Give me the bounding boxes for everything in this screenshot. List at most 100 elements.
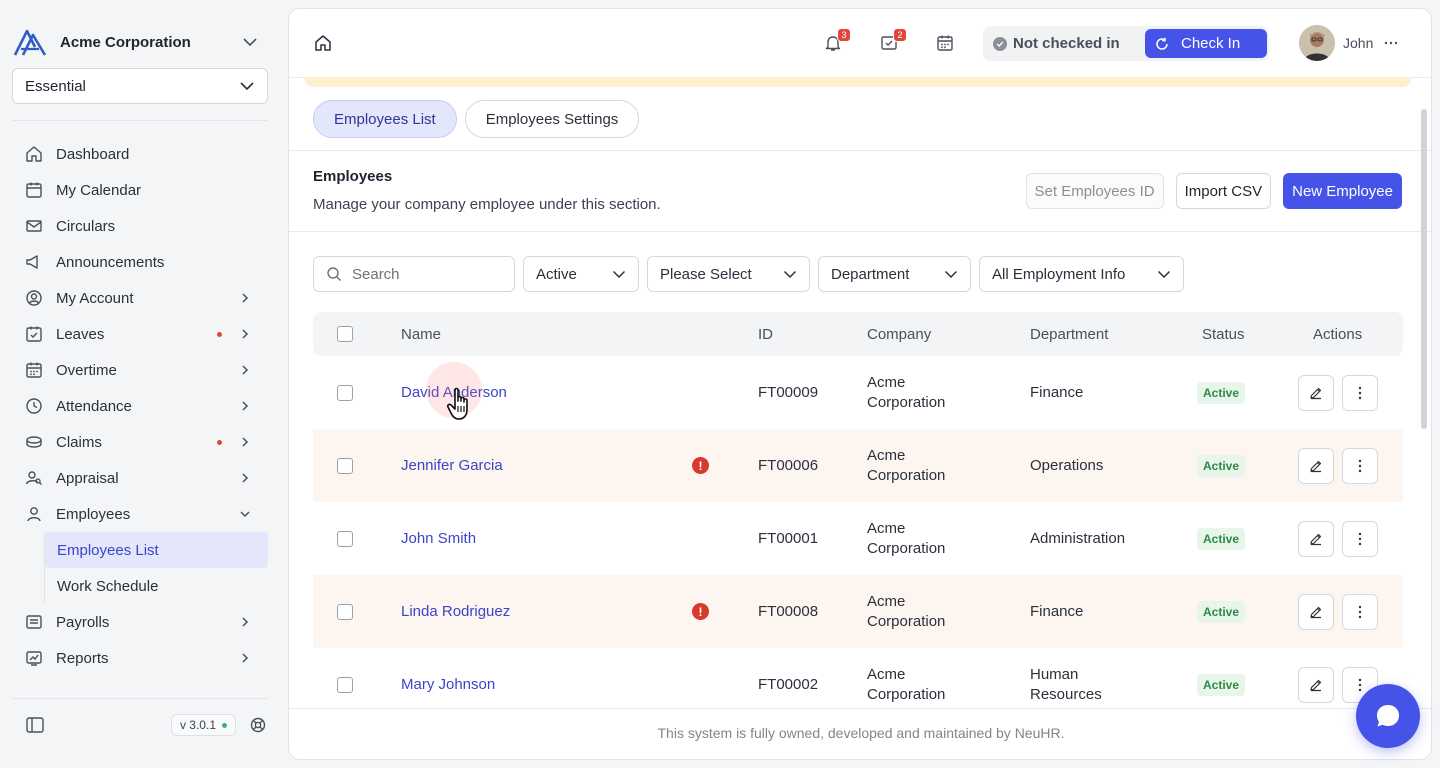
sidebar-item-label: Announcements bbox=[56, 253, 165, 271]
sidebar-item-overtime[interactable]: Overtime bbox=[12, 352, 268, 388]
plan-select[interactable]: Essential bbox=[12, 68, 268, 104]
employment-filter-select[interactable]: All Employment Info bbox=[979, 256, 1184, 292]
pencil-icon bbox=[1310, 606, 1322, 618]
employee-department: Administration bbox=[1030, 530, 1126, 547]
help-lifebuoy-icon[interactable] bbox=[248, 715, 268, 735]
employee-name-link[interactable]: Linda Rodriguez bbox=[401, 603, 510, 620]
import-csv-button[interactable]: Import CSV bbox=[1175, 173, 1272, 209]
user-search-icon bbox=[24, 468, 44, 488]
sidebar-item-reports[interactable]: Reports bbox=[12, 640, 268, 676]
select-all-checkbox[interactable] bbox=[337, 326, 353, 342]
status-badge: Active bbox=[1197, 381, 1246, 404]
sidebar-item-calendar[interactable]: My Calendar bbox=[12, 172, 268, 208]
company-filter-value: Please Select bbox=[660, 265, 752, 283]
edit-button[interactable] bbox=[1298, 593, 1334, 630]
chevron-down-icon bbox=[783, 270, 797, 278]
sidebar-item-announcements[interactable]: Announcements bbox=[12, 244, 268, 280]
employee-name-link[interactable]: Jennifer Garcia bbox=[401, 457, 503, 474]
acme-logo-icon bbox=[12, 24, 48, 60]
employee-company: Acme Corporation bbox=[867, 519, 945, 559]
employee-company: Acme Corporation bbox=[867, 373, 945, 413]
filter-bar: Active Please Select Department All Empl… bbox=[313, 256, 1184, 292]
tab-employees-list[interactable]: Employees List bbox=[313, 100, 457, 138]
sidebar-item-payrolls[interactable]: Payrolls bbox=[12, 604, 268, 640]
pencil-icon bbox=[1310, 533, 1322, 545]
sidebar-item-appraisal[interactable]: Appraisal bbox=[12, 460, 268, 496]
sidebar-item-label: Dashboard bbox=[56, 145, 130, 163]
column-header-id: ID bbox=[758, 325, 773, 343]
sidebar-item-circulars[interactable]: Circulars bbox=[12, 208, 268, 244]
version-badge: v 3.0.1 bbox=[170, 714, 236, 736]
section-actions: Set Employees ID Import CSV New Employee bbox=[1025, 173, 1402, 209]
alert-icon[interactable]: ! bbox=[692, 603, 709, 620]
sidebar-item-attendance[interactable]: Attendance bbox=[12, 388, 268, 424]
search-input[interactable] bbox=[352, 265, 502, 283]
sidebar-item-employees-list[interactable]: Employees List bbox=[45, 532, 268, 568]
tab-employees-settings[interactable]: Employees Settings bbox=[464, 100, 640, 138]
refresh-icon bbox=[1155, 37, 1169, 51]
status-badge: Active bbox=[1197, 600, 1246, 623]
check-in-button[interactable]: Check In bbox=[1145, 29, 1267, 58]
row-checkbox[interactable] bbox=[337, 457, 353, 474]
employee-department: Human Resources bbox=[1030, 665, 1102, 705]
chevron-right-icon bbox=[238, 399, 252, 413]
user-menu[interactable]: John bbox=[1299, 25, 1399, 61]
sidebar-item-employees[interactable]: Employees bbox=[12, 496, 268, 532]
inbox-check-icon[interactable]: 2 bbox=[879, 28, 907, 53]
edit-button[interactable] bbox=[1298, 447, 1334, 484]
sidebar-item-label: Payrolls bbox=[56, 613, 110, 631]
department-filter-select[interactable]: Department bbox=[818, 256, 971, 292]
employee-name-link[interactable]: Mary Johnson bbox=[401, 676, 495, 693]
sidebar-item-dashboard[interactable]: Dashboard bbox=[12, 136, 268, 172]
row-checkbox[interactable] bbox=[337, 603, 353, 620]
employment-filter-value: All Employment Info bbox=[992, 265, 1126, 283]
chat-button[interactable] bbox=[1356, 684, 1420, 748]
notification-count-badge: 3 bbox=[837, 28, 851, 42]
section-description: Manage your company employee under this … bbox=[313, 196, 661, 213]
employee-id: FT00002 bbox=[758, 676, 819, 693]
more-actions-button[interactable] bbox=[1342, 520, 1378, 557]
status-badge: Active bbox=[1197, 673, 1246, 696]
company-line: Acme bbox=[867, 373, 906, 391]
more-actions-button[interactable] bbox=[1342, 447, 1378, 484]
sidebar-item-leaves[interactable]: Leaves bbox=[12, 316, 268, 352]
edit-button[interactable] bbox=[1298, 374, 1334, 411]
notification-dot bbox=[217, 331, 222, 337]
sidebar-item-work-schedule[interactable]: Work Schedule bbox=[45, 568, 268, 604]
more-actions-button[interactable] bbox=[1342, 374, 1378, 411]
set-employees-id-button[interactable]: Set Employees ID bbox=[1025, 173, 1164, 209]
divider bbox=[12, 120, 268, 121]
sidebar-item-claims[interactable]: Claims bbox=[12, 424, 268, 460]
employee-name-link[interactable]: John Smith bbox=[401, 530, 476, 547]
employee-company: Acme Corporation bbox=[867, 665, 945, 705]
sidebar-item-label: Attendance bbox=[56, 397, 132, 415]
chevron-down-icon[interactable] bbox=[240, 32, 260, 52]
row-checkbox[interactable] bbox=[337, 676, 353, 693]
company-line: Acme bbox=[867, 519, 906, 537]
org-switcher[interactable]: Acme Corporation bbox=[12, 24, 268, 60]
company-filter-select[interactable]: Please Select bbox=[647, 256, 810, 292]
calendar-icon[interactable] bbox=[935, 33, 955, 53]
more-horizontal-icon[interactable] bbox=[1383, 35, 1399, 51]
sidebar-item-label: My Calendar bbox=[56, 181, 142, 199]
more-actions-button[interactable] bbox=[1342, 593, 1378, 630]
sidebar-item-label: Employees bbox=[56, 505, 131, 523]
user-circle-icon bbox=[24, 288, 44, 308]
home-icon[interactable] bbox=[313, 33, 333, 53]
edit-button[interactable] bbox=[1298, 666, 1334, 703]
pencil-icon bbox=[1310, 460, 1322, 472]
sidebar-item-account[interactable]: My Account bbox=[12, 280, 268, 316]
sidebar-toggle-icon[interactable] bbox=[24, 714, 46, 736]
row-checkbox[interactable] bbox=[337, 384, 353, 401]
edit-button[interactable] bbox=[1298, 520, 1334, 557]
more-vertical-icon bbox=[1358, 678, 1362, 691]
bell-icon[interactable]: 3 bbox=[823, 28, 851, 53]
column-header-actions: Actions bbox=[1313, 325, 1363, 343]
scrollbar[interactable] bbox=[1421, 109, 1427, 429]
status-filter-select[interactable]: Active bbox=[523, 256, 639, 292]
alert-icon[interactable]: ! bbox=[692, 457, 709, 474]
chevron-down-icon bbox=[238, 507, 252, 521]
row-checkbox[interactable] bbox=[337, 530, 353, 547]
chevron-down-icon bbox=[240, 82, 254, 91]
new-employee-button[interactable]: New Employee bbox=[1283, 173, 1402, 209]
